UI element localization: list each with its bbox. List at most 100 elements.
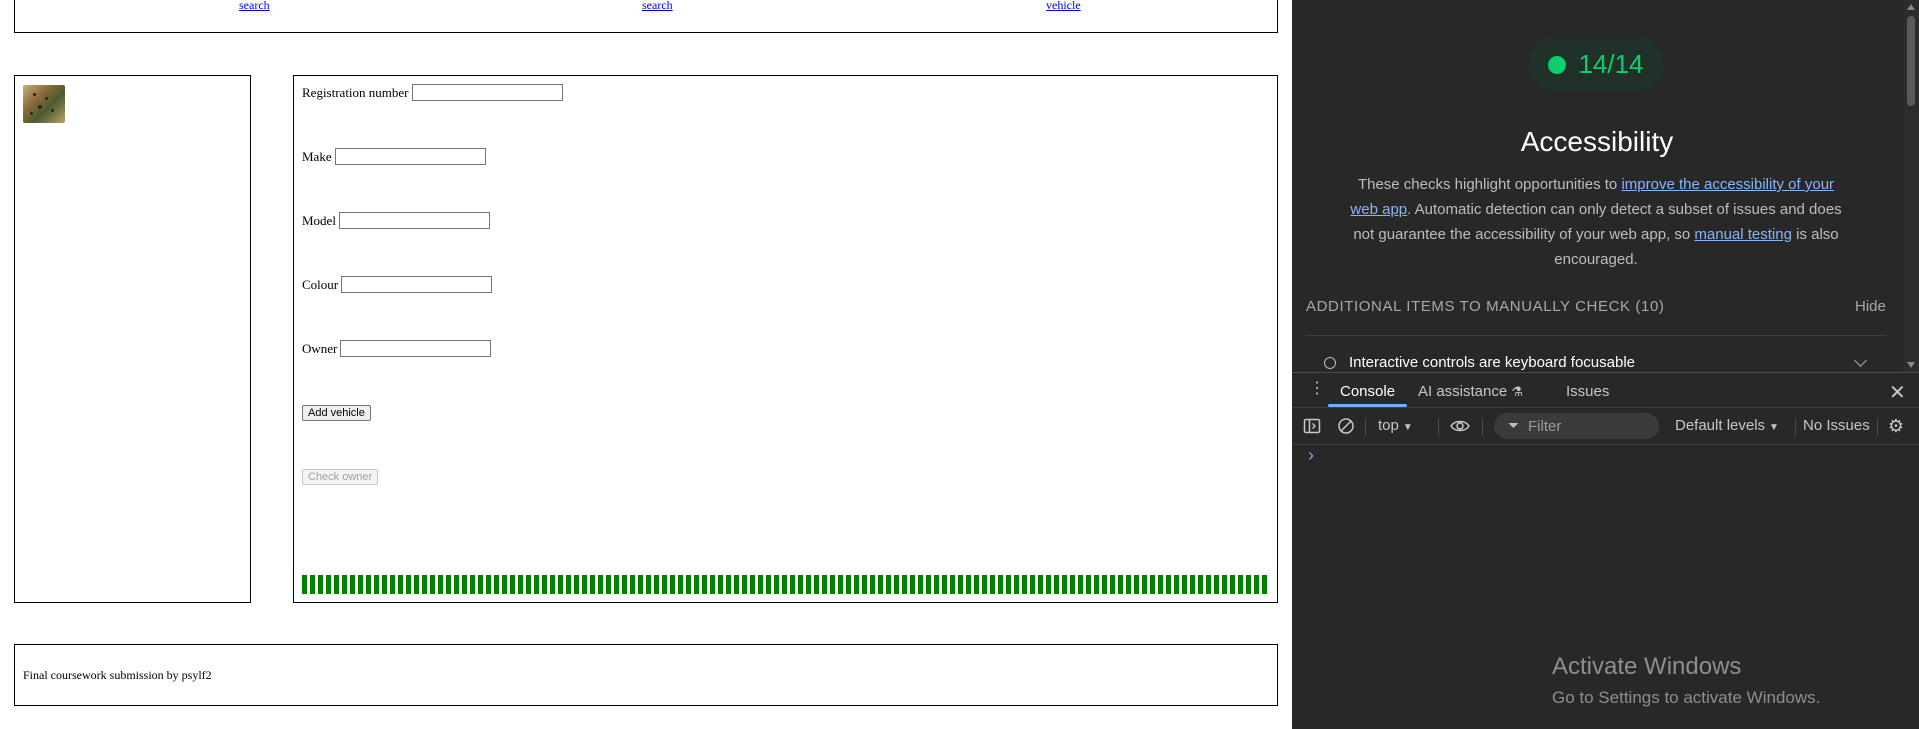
progress-segment (902, 575, 907, 594)
progress-segment (758, 575, 763, 594)
add-vehicle-button[interactable]: Add vehicle (302, 405, 371, 421)
progress-segment (1070, 575, 1075, 594)
scroll-thumb[interactable] (1907, 16, 1915, 106)
nav-link-vehicle[interactable]: vehicle (1046, 0, 1081, 11)
progress-segment (1214, 575, 1219, 594)
progress-segment (350, 575, 355, 594)
colour-input[interactable] (341, 276, 493, 293)
progress-segment (598, 575, 603, 594)
progress-segment (734, 575, 739, 594)
tab-issues[interactable]: Issues (1566, 383, 1609, 400)
sidebar-toggle-icon[interactable] (1303, 417, 1321, 435)
progress-segment (702, 575, 707, 594)
accessibility-description: These checks highlight opportunities to … (1348, 172, 1844, 272)
activate-windows-subtitle: Go to Settings to activate Windows. (1552, 688, 1821, 707)
progress-segment (1246, 575, 1251, 594)
manual-testing-link[interactable]: manual testing (1694, 226, 1792, 243)
nav-link-search-2[interactable]: search (642, 0, 673, 11)
separator (1877, 418, 1878, 436)
tab-console[interactable]: Console (1340, 383, 1395, 400)
context-label: top (1378, 417, 1399, 434)
scroll-up-icon[interactable] (1907, 4, 1915, 10)
scroll-down-icon[interactable] (1907, 362, 1915, 368)
eye-icon[interactable] (1450, 417, 1470, 435)
progress-segment (1142, 575, 1147, 594)
cheetah-image (23, 85, 65, 123)
registration-input[interactable] (411, 84, 563, 101)
chevron-down-icon[interactable] (1854, 354, 1867, 367)
progress-segment (1238, 575, 1243, 594)
progress-segment (358, 575, 363, 594)
progress-segment (1206, 575, 1211, 594)
scrollbar[interactable] (1903, 0, 1919, 372)
devtools-panel: 14/14 Accessibility These checks highlig… (1292, 0, 1919, 729)
progress-segment (566, 575, 571, 594)
progress-segment (1150, 575, 1155, 594)
progress-segment (438, 575, 443, 594)
progress-segment (798, 575, 803, 594)
progress-segment (854, 575, 859, 594)
progress-segment (1110, 575, 1115, 594)
progress-segment (486, 575, 491, 594)
progress-segment (1126, 575, 1131, 594)
progress-segment (926, 575, 931, 594)
progress-segment (1006, 575, 1011, 594)
progress-segment (830, 575, 835, 594)
progress-segment (694, 575, 699, 594)
levels-dropdown[interactable]: Default levels ▼ (1675, 417, 1779, 434)
progress-segment (1254, 575, 1259, 594)
progress-segment (982, 575, 987, 594)
progress-segment (454, 575, 459, 594)
audit-item[interactable]: Interactive controls are keyboard focusa… (1324, 354, 1635, 371)
nav-link-search-1[interactable]: search (239, 0, 270, 11)
progress-segment (590, 575, 595, 594)
filter-placeholder: Filter (1528, 418, 1562, 435)
progress-segment (446, 575, 451, 594)
progress-segment (662, 575, 667, 594)
progress-segment (822, 575, 827, 594)
progress-segment (910, 575, 915, 594)
progress-segment (470, 575, 475, 594)
make-input[interactable] (334, 148, 486, 165)
progress-bar (302, 575, 1268, 594)
progress-segment (334, 575, 339, 594)
settings-gear-icon[interactable]: ⚙ (1887, 417, 1905, 435)
check-owner-button[interactable]: Check owner (302, 469, 379, 485)
progress-segment (1030, 575, 1035, 594)
model-input[interactable] (338, 212, 490, 229)
progress-segment (1174, 575, 1179, 594)
progress-segment (870, 575, 875, 594)
progress-segment (366, 575, 371, 594)
more-options-icon[interactable]: ⋮ (1309, 381, 1325, 397)
web-page: search search vehicle Registration numbe… (0, 0, 1292, 729)
progress-segment (742, 575, 747, 594)
progress-segment (782, 575, 787, 594)
progress-segment (1062, 575, 1067, 594)
progress-segment (1182, 575, 1187, 594)
progress-segment (342, 575, 347, 594)
tab-ai-assistance[interactable]: AI assistance ⚗ (1418, 383, 1523, 400)
tab-ai-assistance-label: AI assistance (1418, 383, 1508, 400)
progress-segment (310, 575, 315, 594)
progress-segment (934, 575, 939, 594)
filter-input[interactable]: ⏷ Filter (1494, 413, 1659, 439)
context-selector[interactable]: top ▼ (1378, 417, 1413, 434)
flask-icon: ⚗ (1511, 384, 1524, 399)
clear-console-icon[interactable] (1337, 417, 1355, 435)
progress-segment (630, 575, 635, 594)
separator (1482, 418, 1483, 436)
progress-segment (846, 575, 851, 594)
vehicle-form: Registration number Make Model Colour Ow… (293, 75, 1278, 603)
footer: Final coursework submission by psylf2 (14, 644, 1278, 706)
sidebar (14, 75, 251, 603)
progress-segment (966, 575, 971, 594)
progress-segment (398, 575, 403, 594)
owner-input[interactable] (340, 340, 492, 357)
console-prompt[interactable]: › (1308, 445, 1314, 466)
issues-counter[interactable]: No Issues (1803, 417, 1870, 434)
hide-button[interactable]: Hide (1855, 298, 1886, 315)
close-icon[interactable]: ✕ (1889, 380, 1906, 405)
progress-segment (1222, 575, 1227, 594)
progress-segment (950, 575, 955, 594)
accessibility-score-badge: 14/14 (1528, 38, 1664, 91)
